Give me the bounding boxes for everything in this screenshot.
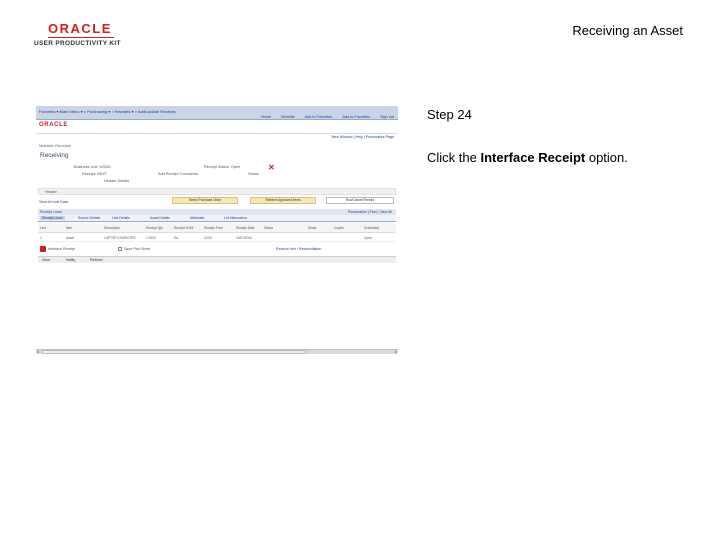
page-title: Receiving (40, 152, 69, 159)
page-caption: Maintain Receipts (39, 143, 71, 148)
run-cancel-button[interactable]: Run/Cancel Receipt (326, 197, 394, 204)
column-header: Scheduled (364, 226, 380, 230)
nav-link[interactable]: Add to Favorites (305, 115, 333, 119)
scroll-right-icon[interactable]: ▸ (395, 349, 397, 354)
table-cell: 15.00 (204, 236, 212, 240)
receipt-status-field: Receipt Status: Open (204, 165, 241, 169)
divider (36, 133, 398, 134)
logo-brand: ORACLE (48, 21, 112, 36)
tab-source-details[interactable]: Source Details (78, 216, 100, 220)
tab-line-details[interactable]: Line Details (112, 216, 130, 220)
retrieve-items-button[interactable]: Retrieve Approved Items (250, 197, 316, 204)
column-header: Line (40, 226, 47, 230)
horizontal-scrollbar[interactable]: ◂ ▸ (36, 349, 398, 354)
table-cell: LAPTOP COMPUTER (104, 236, 136, 240)
header-section-label: Header (45, 190, 57, 194)
page-toolbar: Save Notify Refresh (38, 256, 396, 263)
menu-breadcrumb[interactable]: Favorites ▾ Main Menu ▾ > Purchasing ▾ >… (39, 109, 176, 114)
business-unit-field: Business Unit: US001 (74, 165, 111, 169)
scroll-thumb[interactable] (42, 350, 306, 354)
instruction-target: Interface Receipt (480, 150, 586, 165)
select-po-button[interactable]: Select Purchase Order (172, 197, 238, 204)
table-cell: 10/01/2024 (236, 236, 252, 240)
table-row[interactable]: 1 Asset LAPTOP COMPUTER 1.0000 EA 15.00 … (38, 234, 396, 242)
document-title: Receiving an Asset (572, 23, 683, 38)
instruction-prefix: Click the (427, 150, 481, 165)
table-header: Line Item Description Receipt Qty Receip… (38, 223, 396, 233)
tab-asset-details[interactable]: Asset Details (150, 216, 170, 220)
column-header: Receipt Qty (146, 226, 163, 230)
header-details-link[interactable]: Header Details (104, 179, 129, 183)
step-instruction: Click the Interface Receipt option. (427, 150, 628, 165)
pick-sheet-checkbox[interactable] (118, 247, 122, 251)
nav-link[interactable]: Worklist (281, 115, 294, 119)
receipt-field: Receipt: NEXT (82, 172, 108, 176)
logo-rule (48, 37, 114, 38)
save-button[interactable]: Save (42, 258, 50, 262)
embedded-screenshot: Favorites ▾ Main Menu ▾ > Purchasing ▾ >… (36, 106, 398, 354)
header-section[interactable]: Header (38, 188, 396, 195)
nav-link[interactable]: Add to Favorites (342, 115, 370, 119)
interface-receipt-option[interactable]: Interface Receipt (48, 247, 75, 251)
logo-subtitle: USER PRODUCTIVITY KIT (34, 40, 121, 47)
oracle-upk-logo: ORACLE USER PRODUCTIVITY KIT (34, 22, 134, 47)
column-header: Receipt UOM (174, 226, 194, 230)
delete-icon[interactable]: ✕ (268, 164, 275, 172)
interface-receipt-icon[interactable] (40, 246, 46, 252)
table-cell: EA (174, 236, 179, 240)
instruction-suffix: option. (585, 150, 628, 165)
tab-attributes[interactable]: Attributes (190, 216, 204, 220)
grid-links[interactable]: Personalize | Find | View All (348, 210, 392, 214)
column-header: Description (104, 226, 120, 230)
scroll-left-icon[interactable]: ◂ (37, 349, 39, 354)
page-links[interactable]: New Window | Help | Personalize Page (332, 135, 394, 139)
step-number: Step 24 (427, 107, 472, 122)
add-comments-link[interactable]: Add Receipt Comments (158, 172, 198, 176)
view-all-link[interactable]: View All Line Data (39, 200, 68, 204)
table-cell: 1 (40, 236, 42, 240)
grid-title: Receipt Lines (40, 210, 62, 214)
app-brand: ORACLE (39, 122, 68, 128)
top-nav: Home Worklist Add to Favorites Add to Fa… (252, 115, 394, 119)
refresh-button[interactable]: Refresh (90, 258, 103, 262)
grid-tabs: Receipt Lines Source Details Line Detail… (38, 215, 396, 222)
column-header: Item (66, 226, 73, 230)
menu-bar: Favorites ▾ Main Menu ▾ > Purchasing ▾ >… (36, 106, 398, 120)
status-text: Status (248, 172, 259, 176)
column-header: Receipt Date (236, 226, 255, 230)
column-header: Copies (334, 226, 344, 230)
tab-lot-information[interactable]: Lot Information (224, 216, 247, 220)
nav-link[interactable]: Sign out (380, 115, 394, 119)
column-header: Serial (308, 226, 317, 230)
receive-info-link[interactable]: Receive Info / Reconciliation (276, 247, 321, 251)
column-header: Receipt Price (204, 226, 223, 230)
table-cell: Asset (66, 236, 74, 240)
nav-link[interactable]: Home (261, 115, 271, 119)
pick-sheet-label: Save Pick Sheet (124, 247, 151, 251)
table-cell: 1.0000 (146, 236, 156, 240)
notify-button[interactable]: Notify (66, 258, 75, 262)
table-cell: Open (364, 236, 372, 240)
column-header: Status (264, 226, 274, 230)
tab-receipt-lines[interactable]: Receipt Lines (40, 216, 65, 220)
